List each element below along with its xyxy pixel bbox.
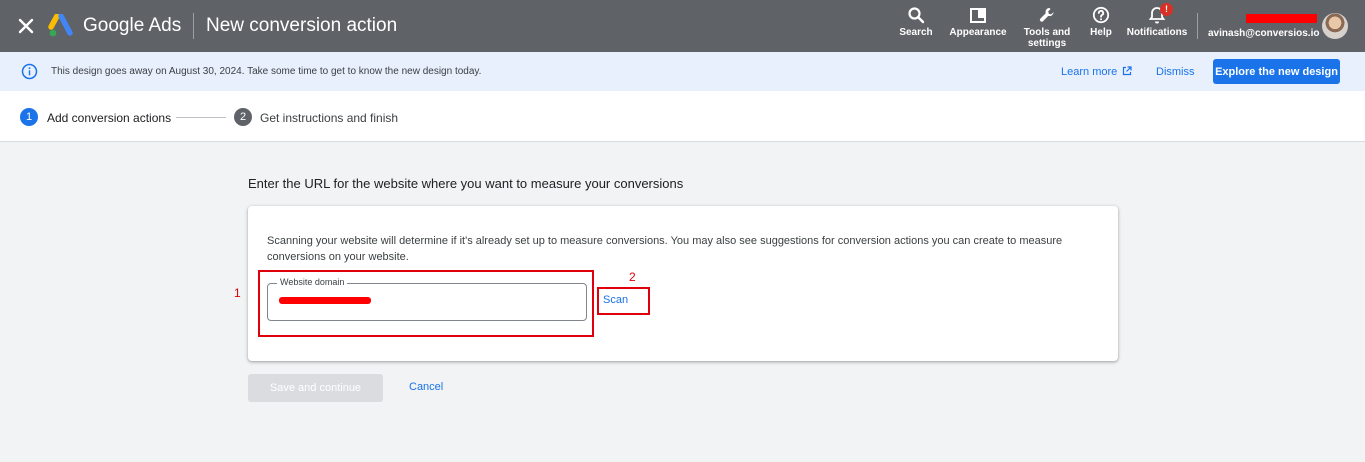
banner-message: This design goes away on August 30, 2024… — [51, 66, 482, 77]
scan-description: Scanning your website will determine if … — [267, 235, 1063, 263]
tools-label: Tools and settings — [1023, 27, 1071, 49]
step-connector — [176, 117, 226, 118]
wrench-icon — [1039, 8, 1054, 22]
design-notice-banner: This design goes away on August 30, 2024… — [0, 52, 1365, 91]
help-icon — [1092, 6, 1110, 24]
explore-new-design-button[interactable]: Explore the new design — [1213, 59, 1340, 84]
appearance-icon — [970, 8, 986, 23]
step-1-number: 1 — [20, 108, 38, 126]
info-icon — [21, 63, 38, 80]
notifications-button[interactable]: Notifications ! — [1124, 3, 1190, 38]
step-2-number: 2 — [234, 108, 252, 126]
brand-name: Google Ads — [83, 15, 182, 36]
annotation-number-2: 2 — [629, 270, 636, 284]
step-2-label: Get instructions and finish — [260, 111, 399, 125]
appearance-button[interactable]: Appearance — [948, 6, 1008, 38]
notifications-label: Notifications — [1126, 27, 1188, 38]
section-heading: Enter the URL for the website where you … — [248, 176, 684, 191]
dismiss-button[interactable]: Dismiss — [1156, 66, 1195, 78]
save-and-continue-button[interactable]: Save and continue — [248, 374, 383, 402]
step-1-label: Add conversion actions — [47, 111, 172, 125]
annotation-box-1 — [258, 270, 594, 337]
appearance-label: Appearance — [949, 27, 1007, 38]
tools-and-settings-button[interactable]: Tools and settings — [1018, 6, 1076, 49]
cancel-button[interactable]: Cancel — [409, 381, 443, 393]
stepper: 1 Add conversion actions 2 Get instructi… — [0, 91, 1365, 142]
top-bar: Google Ads New conversion action Search … — [0, 0, 1365, 52]
learn-more-link[interactable]: Learn more — [1061, 66, 1132, 78]
close-icon[interactable] — [14, 14, 38, 38]
learn-more-label: Learn more — [1061, 66, 1118, 78]
account-email[interactable]: avinash@conversios.io — [1208, 28, 1319, 39]
external-link-icon — [1123, 66, 1132, 76]
google-ads-logo-icon — [48, 13, 74, 38]
help-button[interactable]: Help — [1083, 6, 1119, 38]
search-icon — [908, 7, 925, 24]
search-button[interactable]: Search — [896, 6, 936, 38]
redaction-mark — [1246, 14, 1317, 23]
notification-badge: ! — [1160, 3, 1173, 16]
avatar[interactable] — [1322, 13, 1348, 39]
annotation-number-1: 1 — [234, 286, 241, 300]
annotation-box-2 — [597, 287, 650, 315]
search-label: Search — [899, 27, 933, 38]
header-divider-right — [1197, 13, 1198, 39]
page-title: New conversion action — [206, 15, 398, 36]
help-label: Help — [1090, 27, 1112, 38]
header-divider — [193, 13, 194, 39]
